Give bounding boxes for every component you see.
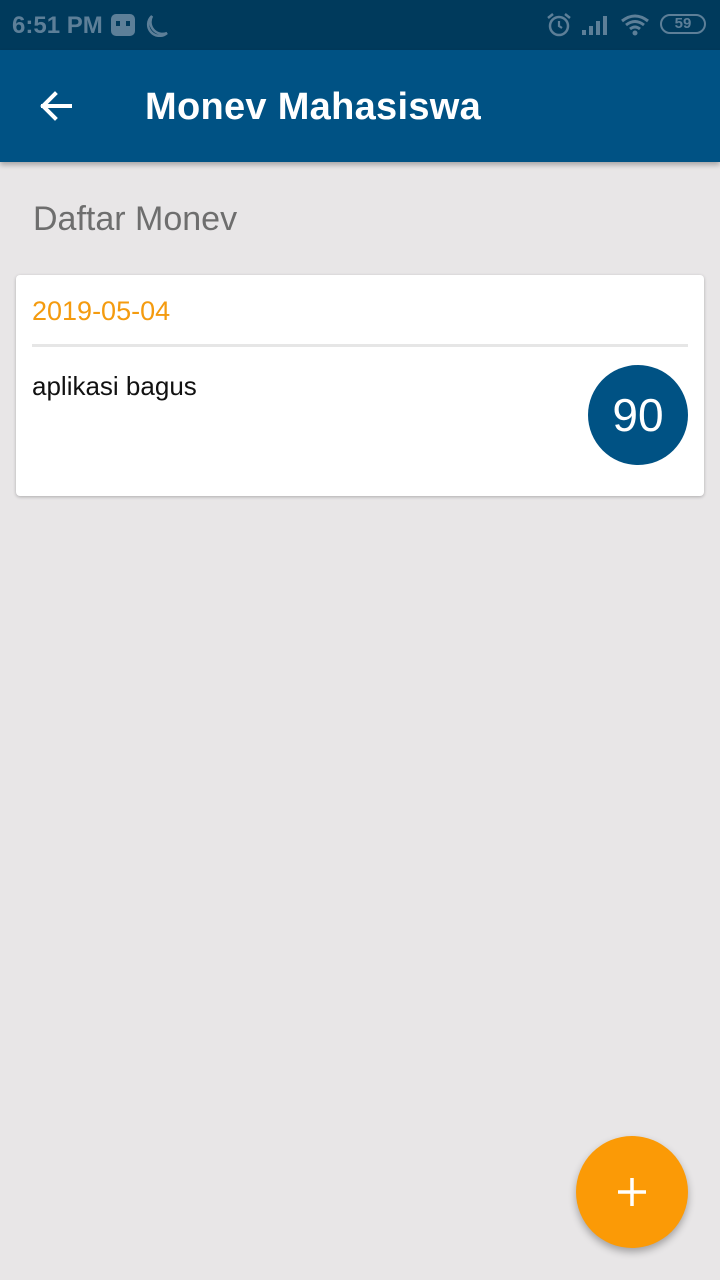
back-button[interactable]: [28, 78, 84, 134]
alarm-icon: [546, 12, 572, 43]
page-title: Monev Mahasiswa: [145, 86, 482, 128]
plus-icon: [618, 1178, 646, 1206]
card-divider: [32, 344, 688, 347]
moon-icon: [146, 13, 170, 42]
add-monev-button[interactable]: [576, 1136, 688, 1248]
score-badge: 90: [588, 365, 688, 465]
app-bar: Monev Mahasiswa: [0, 50, 720, 162]
status-time: 6:51 PM: [12, 12, 103, 39]
section-title: Daftar Monev: [33, 200, 238, 238]
signal-icon: [580, 14, 610, 41]
monev-card[interactable]: 2019-05-04 aplikasi bagus 90: [16, 275, 704, 496]
app-notification-icon: [110, 12, 136, 43]
monev-comment: aplikasi bagus: [32, 371, 197, 401]
battery-icon: 59: [660, 14, 706, 34]
arrow-left-icon: [40, 91, 72, 121]
monev-date: 2019-05-04: [32, 296, 171, 326]
wifi-icon: [620, 14, 650, 41]
status-bar: 6:51 PM 59: [0, 0, 720, 50]
